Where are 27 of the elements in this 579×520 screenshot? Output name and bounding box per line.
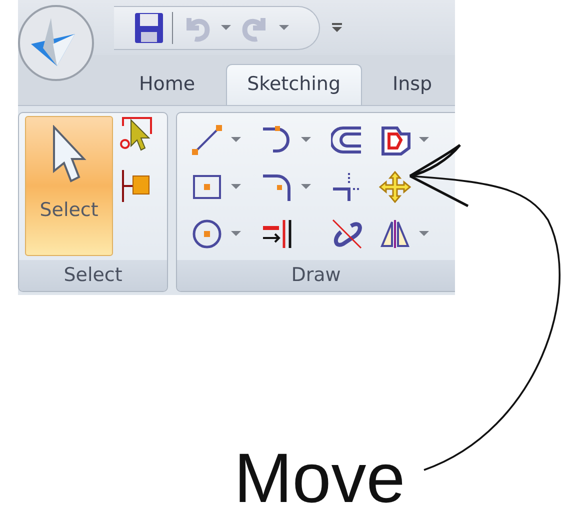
save-icon[interactable]	[134, 12, 164, 44]
line-icon[interactable]	[191, 124, 223, 156]
circle-icon[interactable]	[191, 218, 223, 250]
offset-icon[interactable]	[261, 218, 293, 250]
caret-icon[interactable]	[221, 25, 231, 30]
slot-icon[interactable]	[331, 124, 363, 156]
ribbon-tab[interactable]: Home	[118, 64, 216, 105]
caret-icon[interactable]	[301, 184, 311, 189]
caret-icon[interactable]	[279, 25, 289, 30]
select-button[interactable]: Select	[25, 116, 113, 256]
caret-icon[interactable]	[231, 137, 241, 142]
ribbon-tab[interactable]: Sketching	[226, 64, 362, 105]
annotation-label: Move	[234, 439, 406, 517]
ribbon-tab[interactable]: Insp	[372, 64, 454, 105]
group-label: Select	[19, 260, 167, 291]
move-arrows-icon[interactable]	[379, 170, 411, 202]
caret-icon[interactable]	[231, 231, 241, 236]
caret-icon[interactable]	[419, 137, 429, 142]
mirror-icon[interactable]	[379, 218, 411, 250]
arrow-pointer-icon	[50, 125, 88, 185]
detach-icon[interactable]	[331, 218, 363, 250]
customize-menu-icon[interactable]	[332, 22, 342, 32]
caret-icon[interactable]	[419, 231, 429, 236]
caret-icon[interactable]	[301, 137, 311, 142]
polygon-icon[interactable]	[379, 124, 411, 156]
group-label: Draw	[177, 260, 455, 291]
caret-icon[interactable]	[231, 184, 241, 189]
